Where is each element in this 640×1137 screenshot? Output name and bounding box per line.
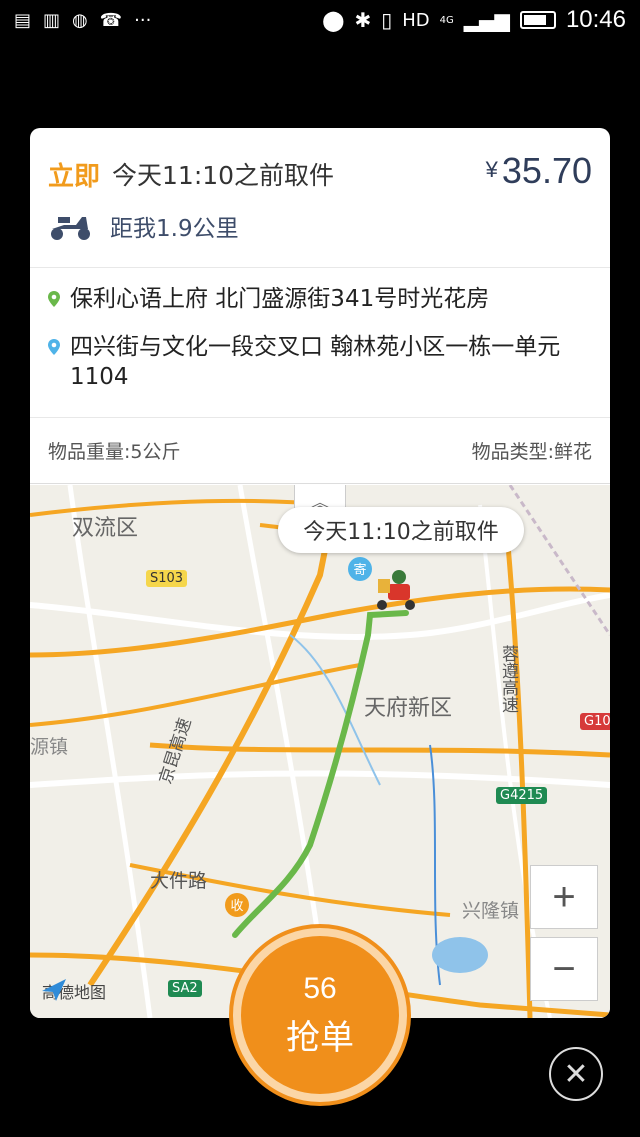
- dropoff-address: 四兴街与文化一段交叉口 翰林苑小区一栋一单元1104: [70, 334, 561, 390]
- location-icon: ⬤: [322, 8, 345, 32]
- item-weight: 物品重量:5公斤: [48, 441, 181, 463]
- grab-countdown: 56: [303, 971, 337, 1005]
- missed-call-icon: ☎: [99, 10, 123, 31]
- pickup-marker: 寄: [353, 562, 366, 578]
- pickup-deadline: 今天11:10之前取件: [112, 161, 335, 190]
- clock: 10:46: [565, 6, 626, 33]
- map-label-dajianlu: 大件路: [150, 870, 207, 892]
- currency-symbol: ¥: [485, 157, 498, 182]
- order-card[interactable]: 立即 今天11:10之前取件 ¥35.70 距我1.9公里 保利心语上府 北门盛…: [30, 128, 610, 1018]
- order-header: 立即 今天11:10之前取件 ¥35.70 距我1.9公里: [30, 128, 610, 268]
- bluetooth-icon: ✱: [354, 8, 372, 32]
- dropoff-marker: 收: [230, 899, 243, 914]
- map-label-yuanzhen: 源镇: [30, 736, 68, 758]
- road-sign-sa2: SA2: [168, 980, 202, 997]
- road-sign-s103: S103: [146, 570, 188, 587]
- more-notifications: ···: [134, 10, 152, 31]
- network-label: HD: [402, 9, 430, 31]
- sim-icon: ▥: [43, 10, 61, 31]
- road-sign-g4215: G4215: [496, 787, 548, 804]
- map-label-xinglong: 兴隆镇: [462, 900, 519, 922]
- dropoff-pin-icon: [48, 339, 60, 355]
- amap-logo-icon: [42, 979, 66, 1001]
- signal-label: 4G: [439, 14, 454, 26]
- order-price: ¥35.70: [486, 150, 592, 192]
- status-bar: ▤ ▥ ◍ ☎ ··· ⬤ ✱ ▯ HD 4G ▂▄▆ 10:46: [0, 0, 640, 44]
- pickup-address: 保利心语上府 北门盛源街341号时光花房: [70, 286, 490, 312]
- pickup-pin-icon: [48, 291, 60, 307]
- close-button[interactable]: ✕: [549, 1047, 603, 1101]
- address-block: 保利心语上府 北门盛源街341号时光花房 四兴街与文化一段交叉口 翰林苑小区一栋…: [30, 268, 610, 418]
- distance-text: 距我1.9公里: [110, 216, 239, 242]
- amap-logo: 高德地图: [42, 979, 106, 1003]
- grab-label: 抢单: [286, 1017, 354, 1058]
- map-label-tianfu: 天府新区: [364, 696, 452, 721]
- road-sign-g10: G10: [580, 713, 610, 730]
- vibrate-icon: ▯: [381, 8, 393, 32]
- map-label-shuangliu: 双流区: [72, 516, 138, 541]
- grab-order-button[interactable]: 56 抢单: [233, 928, 407, 1102]
- pickup-address-row: 保利心语上府 北门盛源街341号时光花房: [48, 284, 592, 314]
- signal-icon: ▂▄▆: [463, 8, 510, 32]
- map-label-rongzun: 蓉遵高速: [498, 645, 519, 713]
- scooter-icon: [51, 217, 90, 240]
- item-attributes: 物品重量:5公斤 物品类型:鲜花: [30, 418, 610, 484]
- deadline-bubble: 今天11:10之前取件: [278, 507, 524, 553]
- item-category: 物品类型:鲜花: [471, 441, 592, 463]
- zoom-in-button[interactable]: +: [530, 865, 598, 929]
- battery-icon: [519, 11, 556, 29]
- message-icon: ▤: [14, 10, 32, 31]
- wechat-icon: ◍: [72, 10, 88, 31]
- urgency-label: 立即: [48, 161, 101, 192]
- price-amount: 35.70: [501, 150, 592, 191]
- close-icon: ✕: [563, 1056, 589, 1092]
- dropoff-address-row: 四兴街与文化一段交叉口 翰林苑小区一栋一单元1104: [48, 332, 592, 392]
- zoom-out-button[interactable]: −: [530, 937, 598, 1001]
